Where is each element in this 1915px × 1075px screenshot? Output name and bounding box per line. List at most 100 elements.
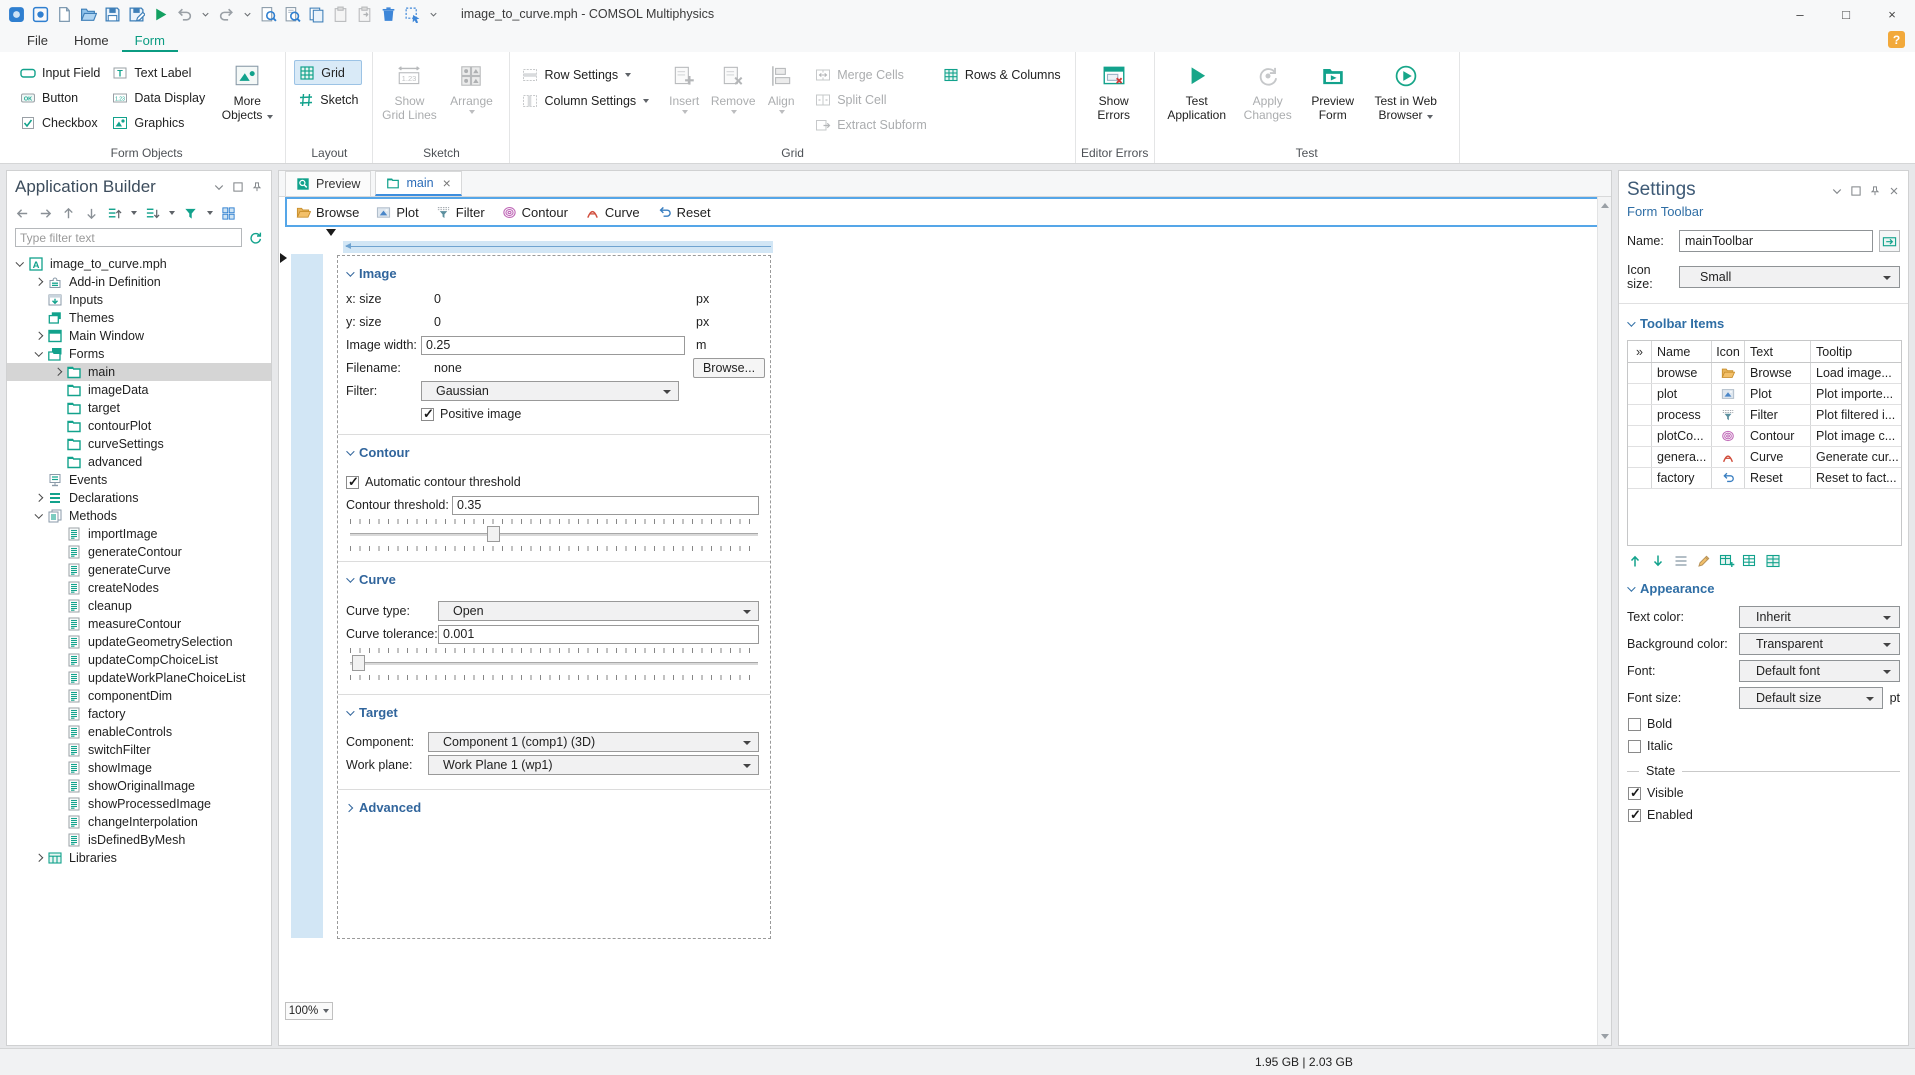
form-toolbar-reset-button[interactable]: Reset bbox=[657, 205, 711, 220]
tab-form[interactable]: Form bbox=[121, 30, 178, 52]
funnel-icon[interactable] bbox=[183, 206, 198, 221]
chevron-right-icon[interactable] bbox=[32, 332, 46, 340]
insert-button[interactable]: Insert bbox=[661, 60, 707, 137]
toolbar-item-row-filter[interactable]: process Filter Plot filtered i... bbox=[1628, 405, 1901, 426]
tree-item-Forms[interactable]: Forms bbox=[7, 345, 271, 363]
chevron-icon[interactable] bbox=[428, 9, 439, 20]
contour-threshold-input[interactable]: 0.35 bbox=[452, 495, 759, 515]
form-grid-area[interactable]: Image x: size 0 px y: size 0 px Image wi… bbox=[337, 255, 771, 939]
preferences-icon[interactable] bbox=[32, 6, 49, 23]
form-toolbar-contour-button[interactable]: Contour bbox=[502, 205, 568, 220]
show-grid-lines-button[interactable]: 1.23 Show Grid Lines bbox=[381, 60, 437, 145]
font-select[interactable]: Default font bbox=[1739, 660, 1900, 682]
tab-home[interactable]: Home bbox=[61, 30, 122, 52]
tree-item-Inputs[interactable]: Inputs bbox=[7, 291, 271, 309]
tree-item-updateCompChoiceList[interactable]: updateCompChoiceList bbox=[7, 651, 271, 669]
arrange-button[interactable]: Arrange bbox=[443, 60, 499, 145]
toolbar-item-row-browse[interactable]: browse Browse Load image... bbox=[1628, 363, 1901, 384]
collapse-all-icon[interactable] bbox=[145, 206, 160, 221]
help-icon[interactable]: ? bbox=[1888, 31, 1905, 48]
arrow-up-icon[interactable] bbox=[61, 206, 76, 221]
section-curve[interactable]: Curve bbox=[346, 572, 762, 587]
remove-button[interactable]: Remove bbox=[707, 60, 759, 137]
column-settings-button[interactable]: Column Settings bbox=[518, 92, 653, 110]
rows-columns-button[interactable]: Rows & Columns bbox=[939, 62, 1065, 87]
zoom-level-select[interactable]: 100% bbox=[285, 1002, 333, 1020]
find-icon[interactable] bbox=[260, 6, 277, 23]
curve-tolerance-slider[interactable] bbox=[350, 655, 758, 671]
section-advanced[interactable]: Advanced bbox=[344, 800, 762, 815]
chevron-right-icon[interactable] bbox=[51, 368, 65, 376]
tree-item-generateContour[interactable]: generateContour bbox=[7, 543, 271, 561]
tree-item-factory[interactable]: factory bbox=[7, 705, 271, 723]
appearance-section[interactable]: Appearance bbox=[1627, 581, 1900, 596]
tree-item-generateCurve[interactable]: generateCurve bbox=[7, 561, 271, 579]
enabled-checkbox[interactable]: Enabled bbox=[1627, 807, 1900, 823]
table-insert-icon[interactable] bbox=[1719, 553, 1735, 569]
move-down-icon[interactable] bbox=[1650, 553, 1666, 569]
tree-item-enableControls[interactable]: enableControls bbox=[7, 723, 271, 741]
chevron-right-icon[interactable] bbox=[32, 494, 46, 502]
tree-item-showOriginalImage[interactable]: showOriginalImage bbox=[7, 777, 271, 795]
tree-item-measureContour[interactable]: measureContour bbox=[7, 615, 271, 633]
tree-item-Methods[interactable]: Methods bbox=[7, 507, 271, 525]
arrow-right-icon[interactable] bbox=[38, 206, 53, 221]
expand-all-icon[interactable] bbox=[107, 206, 122, 221]
tree-item-image-to-curve-mph[interactable]: Aimage_to_curve.mph bbox=[7, 255, 271, 273]
paste-icon[interactable] bbox=[332, 6, 349, 23]
minimize-button[interactable]: – bbox=[1777, 0, 1823, 28]
panel-menu-icon[interactable] bbox=[1831, 185, 1843, 197]
test-application-button[interactable]: Test Application bbox=[1163, 60, 1231, 145]
panel-close-icon[interactable] bbox=[1888, 185, 1900, 197]
filter-select[interactable]: Gaussian bbox=[421, 381, 679, 401]
tree-item-changeInterpolation[interactable]: changeInterpolation bbox=[7, 813, 271, 831]
toolbar-item-row-plot[interactable]: plot Plot Plot importe... bbox=[1628, 384, 1901, 405]
background-color-select[interactable]: Transparent bbox=[1739, 633, 1900, 655]
font-size-select[interactable]: Default size bbox=[1739, 687, 1883, 709]
tree-item-updateWorkPlaneChoiceList[interactable]: updateWorkPlaneChoiceList bbox=[7, 669, 271, 687]
merge-cells-button[interactable]: Merge Cells bbox=[811, 62, 931, 87]
tree-item-updateGeometrySelection[interactable]: updateGeometrySelection bbox=[7, 633, 271, 651]
refresh-icon[interactable] bbox=[248, 230, 263, 245]
open-icon[interactable] bbox=[80, 6, 97, 23]
tree-item-importImage[interactable]: importImage bbox=[7, 525, 271, 543]
scroll-up-icon[interactable] bbox=[1601, 203, 1609, 208]
tree-item-showProcessedImage[interactable]: showProcessedImage bbox=[7, 795, 271, 813]
contour-threshold-slider[interactable] bbox=[350, 526, 758, 542]
section-image[interactable]: Image bbox=[346, 266, 762, 281]
align-button[interactable]: Align bbox=[759, 60, 803, 137]
move-up-icon[interactable] bbox=[1627, 553, 1643, 569]
text-label-button[interactable]: T Text Label bbox=[108, 60, 209, 85]
table-append-icon[interactable] bbox=[1742, 553, 1758, 569]
chevron-down-icon[interactable] bbox=[13, 258, 27, 267]
tree-item-Themes[interactable]: Themes bbox=[7, 309, 271, 327]
chevron-right-icon[interactable] bbox=[32, 854, 46, 862]
curve-tolerance-input[interactable]: 0.001 bbox=[438, 624, 759, 644]
form-toolbar-browse-button[interactable]: Browse bbox=[296, 205, 359, 220]
more-objects-button[interactable]: More Objects bbox=[219, 60, 275, 135]
tree-item-isDefinedByMesh[interactable]: isDefinedByMesh bbox=[7, 831, 271, 849]
tab-preview[interactable]: Preview bbox=[285, 171, 372, 196]
curve-type-select[interactable]: Open bbox=[438, 601, 759, 621]
save-as-icon[interactable] bbox=[128, 6, 145, 23]
model-grid-icon[interactable] bbox=[221, 206, 236, 221]
toolbar-item-row-reset[interactable]: factory Reset Reset to fact... bbox=[1628, 468, 1901, 489]
checkbox-button[interactable]: Checkbox bbox=[16, 110, 104, 135]
tree-item-Libraries[interactable]: Libraries bbox=[7, 849, 271, 867]
apply-changes-button[interactable]: Apply Changes bbox=[1239, 60, 1297, 145]
tree-item-Add-in-Definition[interactable]: Add-in Definition bbox=[7, 273, 271, 291]
tab-main[interactable]: main × bbox=[375, 171, 462, 196]
scroll-down-icon[interactable] bbox=[1601, 1034, 1609, 1039]
close-tab-icon[interactable]: × bbox=[443, 176, 451, 190]
redo-icon[interactable] bbox=[218, 6, 235, 23]
chevron-down-icon[interactable] bbox=[32, 348, 46, 357]
vertical-scrollbar[interactable] bbox=[1597, 197, 1611, 1045]
select-icon[interactable] bbox=[404, 6, 421, 23]
undo-icon[interactable] bbox=[176, 6, 193, 23]
panel-menu-icon[interactable] bbox=[213, 181, 225, 193]
browse-file-button[interactable]: Browse... bbox=[693, 358, 765, 378]
panel-float-icon[interactable] bbox=[1850, 185, 1862, 197]
list-icon[interactable] bbox=[1673, 553, 1689, 569]
positive-image-checkbox[interactable]: Positive image bbox=[421, 406, 521, 422]
delete-icon[interactable] bbox=[380, 6, 397, 23]
